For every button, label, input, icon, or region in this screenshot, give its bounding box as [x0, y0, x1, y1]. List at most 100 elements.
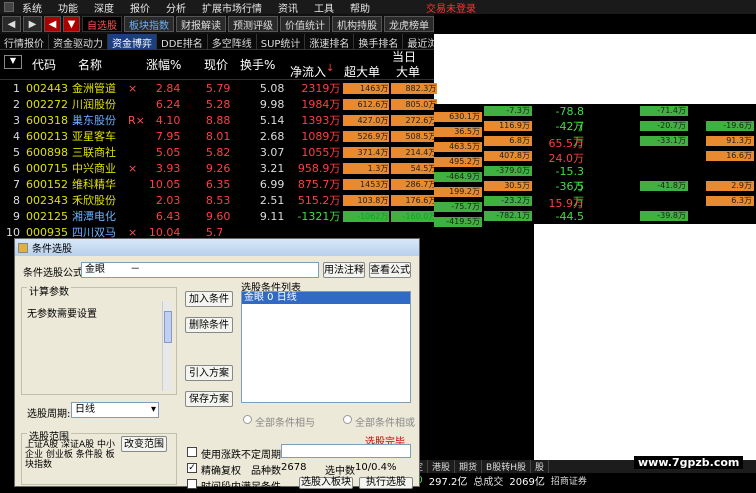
menu-help[interactable]: 帮助	[342, 0, 378, 15]
tab-fund-drive[interactable]: 资金驱动力	[49, 34, 108, 50]
flow-bar: 103.8万	[343, 194, 390, 206]
forward-button[interactable]: ▶	[23, 16, 42, 32]
tab-dde-rank[interactable]: DDE排名	[157, 34, 208, 50]
col-price[interactable]: 现价	[204, 56, 228, 73]
turnover-rate: 9.11	[259, 209, 285, 223]
run-screen-button[interactable]: 执行选股	[359, 477, 413, 489]
change-range-button[interactable]: 改变范围	[121, 436, 167, 452]
chk-precise[interactable]: ✓	[187, 463, 197, 473]
table-row[interactable]: 4 600213 亚星客车 7.95 8.01 2.68 1089万 526.9万 508.5万	[0, 128, 438, 144]
turnover-rate: 3.21	[259, 161, 285, 175]
row-index: 4	[13, 129, 20, 143]
period-value: 日线	[75, 404, 95, 415]
stock-name: 亚星客车	[72, 130, 116, 143]
sector-index-button[interactable]: 板块指数	[124, 16, 174, 32]
params-scroll-thumb[interactable]	[164, 311, 172, 343]
radio-or[interactable]	[343, 415, 352, 424]
tab-turnover-rank[interactable]: 换手排名	[354, 34, 404, 50]
sort-toggle-icon[interactable]: ▼	[4, 55, 22, 69]
status-tab-hk[interactable]: 港股	[428, 460, 456, 473]
back-button[interactable]: ◀	[2, 16, 21, 32]
formula-label: 条件选股公式	[23, 268, 83, 279]
save-scheme-button[interactable]: 保存方案	[185, 391, 233, 407]
usage-note-button[interactable]: 用法注释	[323, 262, 365, 278]
stock-code: 002443	[26, 81, 68, 95]
menu-depth[interactable]: 深度	[86, 0, 122, 15]
app-icon	[4, 2, 14, 12]
flow-bar-cell: 103.8万	[342, 192, 390, 208]
condition-list-item[interactable]: 金眼 0 日线	[242, 292, 410, 304]
count-value: 2678	[281, 462, 307, 473]
table-row[interactable]: 3 600318 巢东股份 R× 4.10 8.88 5.14 1393万 427.0万 272.…	[0, 112, 438, 128]
prev-red-button[interactable]: ◀	[44, 16, 61, 32]
tab-sup-stats[interactable]: SUP统计	[257, 34, 306, 50]
status-tab-futures[interactable]: 期货	[455, 460, 483, 473]
menu-system[interactable]: 系统	[14, 0, 50, 15]
menu-tools[interactable]: 工具	[306, 0, 342, 15]
down-red-button[interactable]: ▼	[63, 16, 80, 32]
chk-period[interactable]	[187, 479, 197, 489]
view-formula-button[interactable]: 查看公式	[369, 262, 411, 278]
flow-bar-cell: 272.6万	[390, 112, 438, 128]
trade-login-status[interactable]: 交易未登录	[418, 0, 484, 15]
period-select[interactable]: 日线 ▾	[71, 402, 159, 418]
delete-condition-button[interactable]: 删除条件	[185, 317, 233, 333]
col-pct[interactable]: 涨幅%	[146, 56, 181, 73]
status-tab-stock[interactable]: 股	[531, 460, 550, 473]
value-stats-button[interactable]: 价值统计	[280, 16, 330, 32]
dragon-tiger-button[interactable]: 龙虎榜单	[384, 16, 434, 32]
tab-quotes[interactable]: 行情报价	[0, 34, 49, 50]
count-label: 品种数	[251, 466, 281, 477]
flow-bar: 176.6万	[391, 194, 438, 206]
table-row[interactable]: 9 002125 湘潭电化 6.43 9.60 9.11 -1321万 -1062万 -160.…	[0, 208, 438, 224]
col-net[interactable]: 净流入	[290, 63, 326, 80]
menu-analysis[interactable]: 分析	[158, 0, 194, 15]
table-row[interactable]: 2 002272 川润股份 6.24 5.28 9.98 1984万 612.6万 805.0万	[0, 96, 438, 112]
condition-list[interactable]: 金眼 0 日线	[241, 291, 411, 403]
chk-complex[interactable]	[187, 447, 197, 457]
forecast-rating-button[interactable]: 预测评级	[228, 16, 278, 32]
table-row[interactable]: 8 002343 禾欣股份 2.03 8.53 2.51 515.2万 103.8万 176.6…	[0, 192, 438, 208]
extra-flow-bar: 199.2万	[434, 187, 482, 197]
add-to-block-button[interactable]: 选股入板块	[299, 477, 353, 489]
menu-extended-market[interactable]: 扩展市场行情	[194, 0, 270, 15]
net-inflow: 958.9万	[297, 162, 341, 175]
col-big[interactable]: 大单	[396, 63, 420, 80]
row-index: 8	[13, 193, 20, 207]
dialog-titlebar[interactable]: 条件选股	[15, 239, 419, 256]
right-panel-row: 407.8万 24.0万 16.6万	[434, 149, 756, 165]
col-name[interactable]: 名称	[78, 56, 102, 73]
flow-bar: 286.7万	[391, 178, 438, 190]
tab-speed-rank[interactable]: 涨速排名	[305, 34, 355, 50]
right-bar-4: 6.3万	[706, 196, 754, 206]
menu-news[interactable]: 资讯	[270, 0, 306, 15]
table-row[interactable]: 1 002443 金洲管道 × 2.84 5.79 5.08 2319万 1463万 882.3万	[0, 80, 438, 96]
flow-bar-cell: -160.0万	[390, 208, 438, 224]
institution-holdings-button[interactable]: 机构持股	[332, 16, 382, 32]
col-super[interactable]: 超大单	[344, 63, 380, 80]
col-code[interactable]: 代码	[32, 56, 56, 73]
financial-report-button[interactable]: 财报解读	[176, 16, 226, 32]
menu-quote[interactable]: 报价	[122, 0, 158, 15]
tab-bull-bear[interactable]: 多空阵线	[208, 34, 257, 50]
add-condition-button[interactable]: 加入条件	[185, 291, 233, 307]
watchlist-button[interactable]: 自选股	[82, 16, 122, 32]
status-tab-b2h[interactable]: B股转H股	[482, 460, 531, 473]
formula-select[interactable]: 金眼 －	[81, 262, 319, 278]
complex-period-field[interactable]	[281, 444, 411, 458]
params-scrollbar[interactable]	[162, 301, 172, 391]
tab-fund-game[interactable]: 资金博弈	[108, 34, 157, 50]
right-bar-1: -379.0万	[484, 166, 532, 176]
table-row[interactable]: 5 600898 三联商社 5.05 5.82 3.07 1055万 371.4万 214.4万	[0, 144, 438, 160]
table-row[interactable]: 6 000715 中兴商业 × 3.93 9.26 3.21 958.9万 1.3万 54.5万	[0, 160, 438, 176]
import-scheme-button[interactable]: 引入方案	[185, 365, 233, 381]
stock-code: 002343	[26, 193, 68, 207]
right-bar-4: 16.6万	[706, 151, 754, 161]
table-row[interactable]: 7 600152 维科精华 10.05 6.35 6.99 875.7万 1453万 286.7…	[0, 176, 438, 192]
radio-and-label: 全部条件相与	[255, 418, 315, 429]
radio-and[interactable]	[243, 415, 252, 424]
col-turnover[interactable]: 换手%	[240, 56, 275, 73]
current-price: 5.28	[205, 97, 231, 111]
menu-function[interactable]: 功能	[50, 0, 86, 15]
view-tabs: 行情报价 资金驱动力 资金博弈 DDE排名 多空阵线 SUP统计 涨速排名 换手…	[0, 34, 453, 50]
